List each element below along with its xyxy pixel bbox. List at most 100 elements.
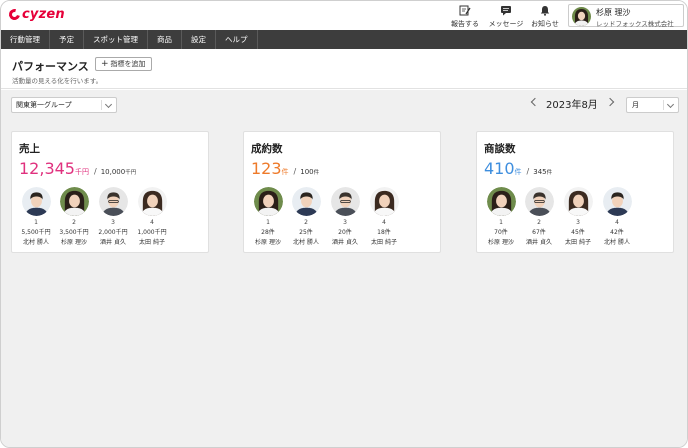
- ranking-item[interactable]: 1 28件 杉原 理沙: [252, 187, 284, 246]
- ranking-number: 1: [499, 219, 503, 226]
- avatar: [369, 187, 399, 216]
- ranking-value: 5,500千円: [21, 229, 51, 236]
- ranking-name: 北村 勝人: [604, 239, 630, 246]
- user-avatar: [572, 7, 591, 26]
- ranking-item[interactable]: 2 67件 酒井 貞久: [523, 187, 555, 246]
- ranking-name: 太田 純子: [565, 239, 591, 246]
- nav-item-schedule[interactable]: 予定: [50, 30, 84, 49]
- ranking-value: 67件: [532, 229, 546, 236]
- ranking-number: 3: [343, 219, 347, 226]
- avatar: [602, 187, 632, 216]
- ranking-name: 酒井 貞久: [100, 239, 126, 246]
- report-button[interactable]: 報告する: [444, 5, 486, 29]
- ranking-item[interactable]: 3 20件 酒井 貞久: [329, 187, 361, 246]
- chevron-down-icon: [666, 100, 675, 109]
- metric-card-contracts[interactable]: 成約数 123件/100件 1 28件 杉原 理沙 2 25件 北村 勝人 3 …: [243, 131, 441, 253]
- ranking-number: 2: [72, 219, 76, 226]
- select-divider: [101, 100, 102, 110]
- ranking-item[interactable]: 2 3,500千円 杉原 理沙: [58, 187, 90, 246]
- logo-mark-icon: [6, 6, 23, 23]
- plus-icon: +: [101, 59, 109, 69]
- avatar: [21, 187, 51, 216]
- ranking-number: 4: [615, 219, 619, 226]
- page-header: パフォーマンス + 指標を追加 活動量の見える化を行います。: [1, 49, 687, 89]
- chevron-right-icon[interactable]: [605, 97, 615, 107]
- ranking-value: 28件: [261, 229, 275, 236]
- nav-item-spot[interactable]: スポット管理: [84, 30, 148, 49]
- avatar: [291, 187, 321, 216]
- ranking-value: 70件: [494, 229, 508, 236]
- metric-card-sales[interactable]: 売上 12,345千円/10,000千円 1 5,500千円 北村 勝人 2 3…: [11, 131, 209, 253]
- top-bar: cyzen 報告する メッセージ お知らせ 杉原 理沙 レッドフォックス株式会社: [1, 1, 687, 30]
- chevron-down-icon: [104, 100, 113, 109]
- ranking-item[interactable]: 1 5,500千円 北村 勝人: [20, 187, 52, 246]
- avatar: [253, 187, 283, 216]
- ranking-name: 北村 勝人: [23, 239, 49, 246]
- card-separator: /: [526, 167, 530, 176]
- logo[interactable]: cyzen: [6, 6, 65, 23]
- card-target-unit: 件: [546, 170, 553, 176]
- main-nav: 行動管理 予定 スポット管理 商品 設定 ヘルプ: [1, 30, 687, 49]
- nav-item-help[interactable]: ヘルプ: [216, 30, 258, 49]
- ranking-item[interactable]: 3 2,000千円 酒井 貞久: [97, 187, 129, 246]
- nav-item-activity[interactable]: 行動管理: [1, 30, 50, 49]
- notice-label: お知らせ: [531, 20, 559, 28]
- ranking-number: 4: [382, 219, 386, 226]
- group-select-value: 関東第一グループ: [16, 101, 72, 109]
- ranking-value: 20件: [338, 229, 352, 236]
- date-label: 2023年8月: [546, 100, 598, 111]
- avatar: [486, 187, 516, 216]
- ranking-value: 25件: [299, 229, 313, 236]
- nav-item-products[interactable]: 商品: [148, 30, 182, 49]
- period-select[interactable]: 月: [626, 97, 679, 113]
- ranking-item[interactable]: 4 42件 北村 勝人: [601, 187, 633, 246]
- ranking-value: 1,000千円: [137, 229, 167, 236]
- card-main-unit: 件: [514, 168, 522, 176]
- ranking-value: 2,000千円: [98, 229, 128, 236]
- ranking-number: 3: [576, 219, 580, 226]
- card-main-unit: 千円: [74, 168, 89, 176]
- card-main-value: 12,345: [19, 159, 75, 178]
- page-title: パフォーマンス: [12, 60, 89, 73]
- notice-button[interactable]: お知らせ: [524, 5, 566, 29]
- card-value: 123件/100件: [251, 159, 319, 178]
- avatar: [330, 187, 360, 216]
- card-value: 410件/345件: [484, 159, 552, 178]
- ranking-item[interactable]: 1 70件 杉原 理沙: [485, 187, 517, 246]
- ranking-number: 1: [266, 219, 270, 226]
- group-select[interactable]: 関東第一グループ: [11, 97, 117, 113]
- card-main-value: 410: [484, 159, 515, 178]
- card-title: 成約数: [251, 143, 283, 155]
- ranking-name: 杉原 理沙: [61, 239, 87, 246]
- app-window: cyzen 報告する メッセージ お知らせ 杉原 理沙 レッドフォックス株式会社…: [0, 0, 688, 448]
- card-target-value: 10,000: [100, 168, 126, 176]
- ranking-item[interactable]: 4 1,000千円 太田 純子: [136, 187, 168, 246]
- ranking-item[interactable]: 2 25件 北村 勝人: [290, 187, 322, 246]
- main-content: 関東第一グループ 2023年8月 月 売上 12,345千円/10,000千円: [1, 90, 687, 447]
- metric-card-meetings[interactable]: 商談数 410件/345件 1 70件 杉原 理沙 2 67件 酒井 貞久 3 …: [476, 131, 674, 253]
- add-metric-button[interactable]: + 指標を追加: [95, 57, 152, 71]
- ranking-number: 1: [34, 219, 38, 226]
- report-label: 報告する: [451, 20, 479, 28]
- ranking-item[interactable]: 4 18件 太田 純子: [368, 187, 400, 246]
- card-target-value: 345: [533, 168, 547, 176]
- ranking-number: 4: [150, 219, 154, 226]
- user-menu[interactable]: 杉原 理沙 レッドフォックス株式会社: [568, 4, 684, 28]
- card-separator: /: [93, 167, 97, 176]
- avatar: [98, 187, 128, 216]
- nav-item-settings[interactable]: 設定: [182, 30, 216, 49]
- user-company: レッドフォックス株式会社: [596, 20, 674, 28]
- ranking-value: 18件: [377, 229, 391, 236]
- ranking-value: 3,500千円: [59, 229, 89, 236]
- message-label: メッセージ: [488, 20, 524, 28]
- chevron-left-icon[interactable]: [530, 97, 540, 107]
- chat-icon: [501, 6, 511, 16]
- avatar: [59, 187, 89, 216]
- avatar: [524, 187, 554, 216]
- ranking-value: 42件: [610, 229, 624, 236]
- card-title: 商談数: [484, 143, 516, 155]
- ranking-name: 杉原 理沙: [488, 239, 514, 246]
- ranking-item[interactable]: 3 45件 太田 純子: [562, 187, 594, 246]
- ranking-number: 2: [304, 219, 308, 226]
- message-button[interactable]: メッセージ: [485, 5, 527, 29]
